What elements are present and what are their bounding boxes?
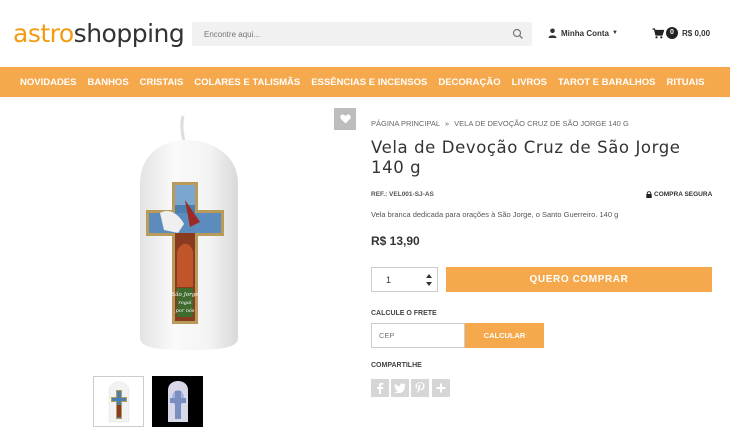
- breadcrumb: PÁGINA PRINCIPAL » VELA DE DEVOÇÃO CRUZ …: [371, 119, 629, 128]
- cep-input[interactable]: [372, 324, 464, 347]
- main-nav: NOVIDADES BANHOS CRISTAIS COLARES E TALISMÃ…: [0, 67, 730, 97]
- facebook-icon[interactable]: [371, 379, 389, 397]
- quantity-stepper[interactable]: 1: [371, 267, 438, 292]
- product-price: R$ 13,90: [371, 234, 420, 248]
- nav-item-banhos[interactable]: BANHOS: [87, 77, 128, 88]
- nav-item-rituais[interactable]: RITUAIS: [666, 77, 704, 88]
- nav-item-decoração[interactable]: DECORAÇÃO: [438, 77, 500, 88]
- nav-item-cristais[interactable]: CRISTAIS: [140, 77, 184, 88]
- search-icon[interactable]: [512, 28, 524, 40]
- product-thumbnail-2[interactable]: [152, 376, 203, 427]
- site-header: astroshopping Minha Conta ▼ 0 R$ 0,00: [0, 0, 730, 67]
- breadcrumb-current: VELA DE DEVOÇÃO CRUZ DE SÃO JORGE 140 G: [454, 119, 629, 128]
- user-icon: [548, 28, 557, 38]
- lock-icon: [646, 191, 652, 198]
- cart-count-badge: 0: [666, 27, 678, 39]
- product-ref: REF.: VEL001-SJ-AS: [371, 191, 434, 198]
- shipping-label: CALCULE O FRETE: [371, 310, 437, 317]
- heart-icon: [339, 114, 351, 124]
- cart-button[interactable]: 0 R$ 0,00: [652, 25, 710, 41]
- svg-text:rogai: rogai: [178, 300, 192, 306]
- product-description: Vela branca dedicada para orações à São …: [371, 210, 619, 219]
- search-bar: [192, 22, 532, 46]
- cart-total: R$ 0,00: [682, 28, 711, 38]
- twitter-icon[interactable]: [391, 379, 409, 397]
- breadcrumb-separator: »: [444, 119, 450, 128]
- svg-text:por nós: por nós: [176, 307, 195, 314]
- product-main-image[interactable]: São Jorge rogai por nós: [120, 112, 250, 352]
- pinterest-icon[interactable]: [411, 379, 429, 397]
- logo-astro-text: astro: [13, 19, 74, 48]
- wishlist-button[interactable]: [334, 108, 356, 130]
- stepper-arrows-icon[interactable]: [425, 271, 433, 289]
- chevron-down-icon: ▼: [612, 30, 618, 36]
- breadcrumb-home-link[interactable]: PÁGINA PRINCIPAL: [371, 119, 440, 128]
- cart-icon: [652, 27, 664, 38]
- nav-item-colares-e-talismãs[interactable]: COLARES E TALISMÃS: [194, 77, 300, 88]
- nav-item-essências-e-incensos[interactable]: ESSÊNCIAS E INCENSOS: [311, 77, 427, 88]
- cep-field-wrapper: [371, 323, 465, 348]
- product-title: Vela de Devoção Cruz de São Jorge 140 g: [371, 138, 681, 177]
- svg-text:São Jorge: São Jorge: [171, 291, 199, 298]
- plus-icon[interactable]: [432, 379, 450, 397]
- logo-shopping-text: shopping: [73, 19, 185, 48]
- quantity-value[interactable]: 1: [386, 275, 391, 285]
- secure-purchase-label: COMPRA SEGURA: [654, 191, 713, 198]
- calculate-shipping-button[interactable]: CALCULAR: [465, 323, 544, 348]
- nav-item-livros[interactable]: LIVROS: [512, 77, 547, 88]
- buy-button[interactable]: QUERO COMPRAR: [446, 267, 712, 292]
- search-input[interactable]: [192, 22, 502, 46]
- site-logo[interactable]: astroshopping: [13, 19, 185, 49]
- secure-purchase-badge: COMPRA SEGURA: [646, 191, 712, 198]
- share-label: COMPARTILHE: [371, 362, 422, 369]
- nav-item-novidades[interactable]: NOVIDADES: [20, 77, 76, 88]
- nav-list: NOVIDADES BANHOS CRISTAIS COLARES E TALISMÃ…: [20, 67, 715, 97]
- account-menu[interactable]: Minha Conta ▼: [548, 26, 618, 40]
- nav-item-tarot-e-baralhos[interactable]: TAROT E BARALHOS: [558, 77, 655, 88]
- product-thumbnail-1[interactable]: [93, 376, 144, 427]
- account-label: Minha Conta: [561, 28, 609, 38]
